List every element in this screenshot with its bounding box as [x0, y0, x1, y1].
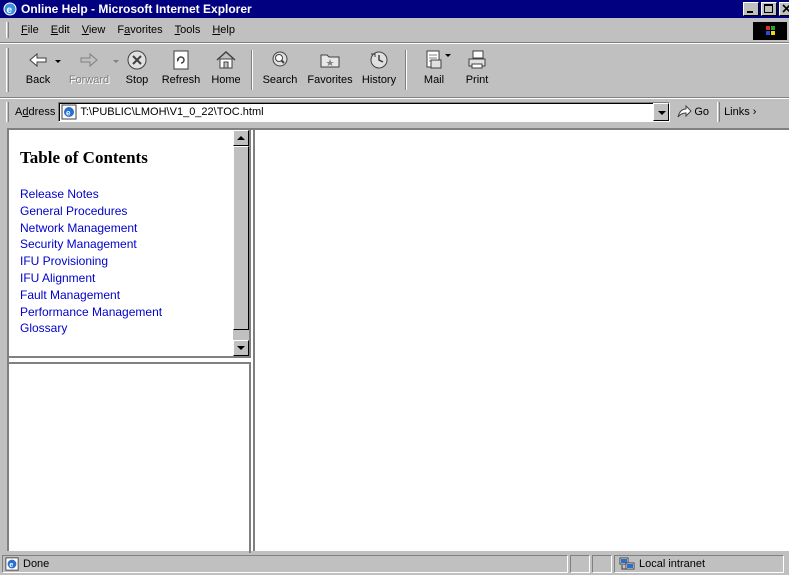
toolbar-separator — [251, 50, 253, 90]
address-label: Address — [15, 106, 56, 118]
history-button[interactable]: History — [357, 44, 401, 92]
lower-left-frame — [9, 362, 251, 553]
toc-link-performance-management[interactable]: Performance Management — [20, 304, 162, 321]
content-area: Table of Contents Release Notes General … — [7, 128, 789, 553]
menu-edit[interactable]: Edit — [45, 21, 76, 39]
favorites-folder-icon — [320, 54, 340, 68]
scroll-thumb[interactable] — [233, 146, 249, 330]
stop-icon — [127, 50, 147, 70]
windows-flag-icon — [766, 26, 775, 35]
scroll-down-button[interactable] — [233, 340, 249, 356]
print-icon — [468, 50, 486, 69]
local-intranet-icon — [619, 557, 635, 570]
svg-text:e: e — [9, 562, 13, 569]
home-icon — [216, 50, 236, 69]
toc-link-network-management[interactable]: Network Management — [20, 220, 162, 237]
links-grip[interactable] — [717, 102, 721, 122]
toc-link-fault-management[interactable]: Fault Management — [20, 287, 162, 304]
refresh-button[interactable]: Refresh — [157, 44, 205, 92]
status-text: Done — [23, 558, 50, 570]
toc-link-ifu-alignment[interactable]: IFU Alignment — [20, 270, 162, 287]
menu-help[interactable]: Help — [206, 21, 241, 39]
toc-link-security-management[interactable]: Security Management — [20, 236, 162, 253]
toc-link-release-notes[interactable]: Release Notes — [20, 186, 162, 203]
status-panel-progress — [570, 555, 590, 573]
addressbar-grip[interactable] — [6, 102, 9, 122]
status-bar: e Done Local intranet — [0, 553, 789, 575]
forward-button[interactable]: Forward — [61, 44, 119, 92]
zone-panel[interactable]: Local intranet — [614, 555, 784, 573]
maximize-icon — [764, 4, 773, 13]
toc-frame: Table of Contents Release Notes General … — [9, 130, 251, 358]
zone-label: Local intranet — [639, 558, 706, 570]
table-of-contents: Table of Contents Release Notes General … — [20, 148, 162, 337]
windows-logo-throbber — [753, 22, 787, 40]
svg-text:e: e — [7, 5, 13, 16]
print-button[interactable]: Print — [457, 44, 497, 92]
menu-file[interactable]: File — [15, 21, 45, 39]
toc-scrollbar[interactable] — [233, 130, 249, 356]
toc-link-general-procedures[interactable]: General Procedures — [20, 203, 162, 220]
address-bar: Address e T:\PUBLIC\LMOH\V1_0_22\TOC.htm… — [0, 100, 789, 124]
mail-dropdown-icon[interactable] — [445, 54, 451, 57]
toc-link-ifu-provisioning[interactable]: IFU Provisioning — [20, 253, 162, 270]
main-content-frame — [253, 130, 789, 551]
browser-window: e Online Help - Microsoft Internet Explo… — [0, 0, 789, 575]
address-input[interactable]: e T:\PUBLIC\LMOH\V1_0_22\TOC.html — [58, 102, 671, 122]
go-button[interactable]: Go — [676, 105, 709, 119]
ie-page-icon: e — [5, 557, 19, 571]
scroll-up-button[interactable] — [233, 130, 249, 146]
menu-bar: File Edit View Favorites Tools Help — [0, 20, 789, 40]
toolbar-separator-line — [0, 97, 789, 99]
history-icon — [370, 51, 388, 69]
address-value: T:\PUBLIC\LMOH\V1_0_22\TOC.html — [80, 106, 264, 118]
ie-page-icon: e — [61, 104, 77, 120]
close-button[interactable] — [779, 2, 789, 16]
minimize-button[interactable] — [743, 2, 759, 16]
toc-link-glossary[interactable]: Glossary — [20, 320, 162, 337]
home-button[interactable]: Home — [205, 44, 247, 92]
back-arrow-icon — [29, 52, 47, 68]
window-title: Online Help - Microsoft Internet Explore… — [21, 2, 252, 16]
links-toolbar[interactable]: Links › — [717, 102, 756, 122]
title-bar[interactable]: e Online Help - Microsoft Internet Explo… — [0, 0, 789, 18]
mail-button[interactable]: Mail — [411, 44, 457, 92]
search-button[interactable]: Search — [257, 44, 303, 92]
maximize-button[interactable] — [761, 2, 777, 16]
ie-logo-icon: e — [3, 2, 17, 16]
svg-text:e: e — [66, 109, 71, 118]
chevron-right-icon[interactable]: › — [750, 106, 757, 118]
menubar-grip[interactable] — [6, 22, 9, 38]
forward-arrow-icon — [80, 52, 98, 68]
back-button[interactable]: Back — [15, 44, 61, 92]
favorites-button[interactable]: Favorites — [303, 44, 357, 92]
window-controls — [741, 2, 789, 16]
search-icon — [272, 51, 288, 67]
status-text-panel: e Done — [2, 555, 568, 573]
address-dropdown-button[interactable] — [653, 103, 670, 121]
toc-heading: Table of Contents — [20, 148, 148, 167]
menu-favorites[interactable]: Favorites — [111, 21, 168, 39]
toolbar-grip[interactable] — [6, 48, 9, 92]
refresh-icon — [173, 50, 189, 70]
mail-icon — [426, 50, 442, 69]
stop-button[interactable]: Stop — [117, 44, 157, 92]
minimize-icon — [747, 11, 753, 13]
status-panel-security — [592, 555, 612, 573]
toolbar-separator — [405, 50, 407, 90]
standard-toolbar: Back Forward Stop Refresh Home Search Fa… — [0, 44, 789, 96]
menu-tools[interactable]: Tools — [169, 21, 207, 39]
menu-view[interactable]: View — [76, 21, 112, 39]
go-arrow-icon — [677, 105, 693, 118]
close-icon — [782, 4, 789, 13]
